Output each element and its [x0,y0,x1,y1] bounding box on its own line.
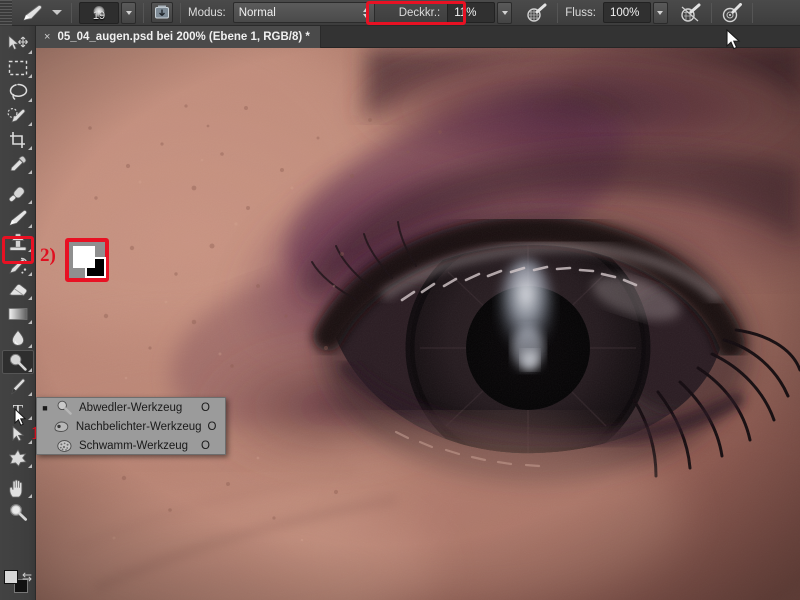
dodge-icon [55,399,73,416]
flow-label: Fluss: [565,6,596,19]
tool-flyout-corner-icon [24,296,32,300]
current-tool-marker-icon: ■ [42,402,48,413]
tool-flyout-corner-icon [24,146,32,150]
tool-flyout-corner-icon [24,98,32,102]
tool-flyout-corner-icon [24,224,32,228]
tool-flyout-corner-icon [24,368,32,372]
flow-dropdown-arrow[interactable] [652,1,668,24]
tablet-pressure-toggle[interactable] [151,2,173,23]
flyout-label-burn: Nachbelichter-Werkzeug [75,420,202,433]
annotation-2: 2) [40,245,56,266]
tool-flyout-corner-icon [24,74,32,78]
flyout-shortcut-dodge: O [201,401,210,414]
brush-size-value: 19 [92,9,106,22]
tools-panel: T ⇆ [0,26,36,600]
blend-mode-select[interactable]: Normal [232,2,375,23]
tool-eyedropper[interactable] [2,152,34,176]
tool-flyout-corner-icon [24,320,32,324]
brush-size-preview[interactable]: 19 [79,1,119,24]
tool-move[interactable] [2,32,34,56]
blend-mode-stepper-icon [362,7,369,18]
tool-flyout-corner-icon [24,392,32,396]
options-divider-6 [751,2,753,23]
tool-quick-selection[interactable] [2,104,34,128]
tool-type[interactable]: T [2,398,34,422]
flyout-shortcut-sponge: O [201,439,210,452]
tool-clone-stamp[interactable] [2,230,34,254]
opacity-dropdown-arrow[interactable] [497,1,513,24]
document-tab-title: 05_04_augen.psd bei 200% (Ebene 1, RGB/8… [57,31,310,43]
tool-lasso[interactable] [2,80,34,104]
tool-flyout-corner-icon [24,248,32,252]
tool-flyout-corner-icon [24,50,32,54]
tool-pen[interactable] [2,374,34,398]
flyout-shortcut-burn: O [207,420,217,433]
options-bar-grip[interactable] [0,0,12,26]
swap-colors-icon[interactable]: ⇆ [22,570,32,584]
tool-dodge[interactable] [2,350,34,374]
options-divider-5 [710,2,712,23]
tool-history-brush[interactable] [2,254,34,278]
tool-flyout-corner-icon [24,200,32,204]
dodge-tool-flyout-menu[interactable]: ■ Abwedler-Werkzeug O Nachbelichter-Werk… [36,397,226,455]
image-canvas[interactable] [36,48,800,600]
tool-flyout-corner-icon [24,344,32,348]
mode-label: Modus: [188,6,226,19]
tool-options-bar: 19 Modus: Normal Deckkr.: 11% Fluss: 100… [0,0,800,26]
brush-preset-caret-icon[interactable] [50,10,64,15]
tool-flyout-corner-icon [24,464,32,468]
tool-brush[interactable] [2,206,34,230]
tool-blur[interactable] [2,326,34,350]
tool-flyout-corner-icon [24,170,32,174]
tool-gradient[interactable] [2,302,34,326]
tool-flyout-corner-icon [24,494,32,498]
opacity-input[interactable]: 11% [447,2,496,23]
brush-preset-picker[interactable] [16,2,50,24]
document-tab[interactable]: × 05_04_augen.psd bei 200% (Ebene 1, RGB… [36,26,321,48]
photoshop-window: 19 Modus: Normal Deckkr.: 11% Fluss: 100… [0,0,800,600]
options-divider-4 [557,2,559,23]
opacity-label: Deckkr.: [398,6,441,19]
tool-flyout-corner-icon [24,416,32,420]
document-tab-bar: × 05_04_augen.psd bei 200% (Ebene 1, RGB… [36,26,800,48]
callout-foreground-color [73,246,95,268]
tool-flyout-corner-icon [24,122,32,126]
tool-flyout-corner-icon [24,272,32,276]
flyout-item-burn[interactable]: Nachbelichter-Werkzeug O [37,417,225,436]
flow-value: 100% [609,6,640,19]
color-swatch-callout [65,238,109,282]
symmetry-icon[interactable] [719,2,745,23]
tool-path-selection[interactable] [2,422,34,446]
flyout-item-sponge[interactable]: Schwamm-Werkzeug O [37,436,225,455]
options-divider [71,2,72,23]
close-icon[interactable]: × [44,31,50,43]
tool-custom-shape[interactable] [2,446,34,470]
sponge-icon [55,437,73,454]
flyout-label-dodge: Abwedler-Werkzeug [79,401,183,414]
foreground-color-swatch[interactable] [4,570,18,584]
opacity-value: 11% [454,6,477,19]
airbrush-icon[interactable] [524,3,550,23]
tool-eraser[interactable] [2,278,34,302]
flow-input[interactable]: 100% [602,2,651,23]
tool-hand[interactable] [2,476,34,500]
color-swatches[interactable]: ⇆ [4,570,32,594]
smoothing-icon[interactable] [678,3,704,23]
options-divider-2 [143,2,144,23]
blend-mode-value: Normal [238,6,276,19]
burn-icon [53,418,70,435]
options-divider-3 [180,2,181,23]
flyout-label-sponge: Schwamm-Werkzeug [79,439,189,452]
svg-text:T: T [13,401,24,419]
tool-marquee[interactable] [2,56,34,80]
flyout-item-dodge[interactable]: ■ Abwedler-Werkzeug O [37,398,225,417]
brush-size-dropdown[interactable] [121,1,136,24]
tool-healing-brush[interactable] [2,182,34,206]
tool-crop[interactable] [2,128,34,152]
tool-zoom[interactable] [2,500,34,524]
